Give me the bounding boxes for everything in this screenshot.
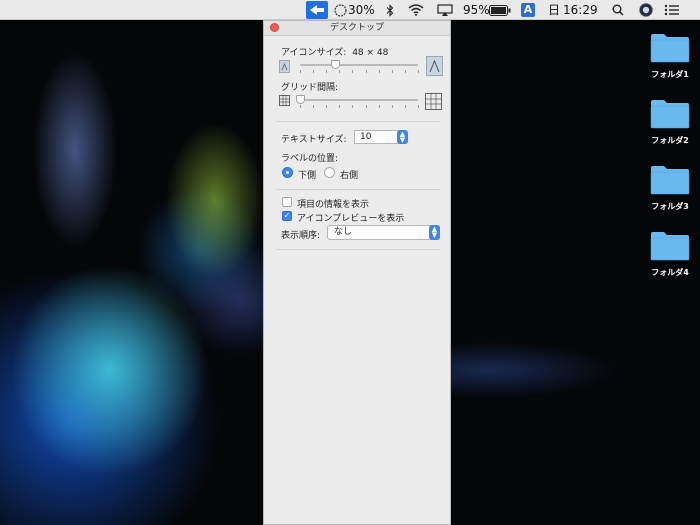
grid-spacing-slider[interactable] xyxy=(300,99,418,101)
icon-size-slider[interactable] xyxy=(300,64,418,66)
notification-center-icon[interactable] xyxy=(664,0,680,20)
icon-size-label: アイコンサイズ: 48 × 48 xyxy=(281,45,388,58)
slider-tick xyxy=(339,70,341,73)
input-source-indicator[interactable]: A xyxy=(521,3,535,17)
label-position-bottom-text: 下側 xyxy=(298,171,317,181)
small-grid-icon xyxy=(279,95,290,109)
slider-tick xyxy=(326,105,328,108)
divider xyxy=(276,249,440,250)
slider-tick xyxy=(352,70,354,73)
slider-tick xyxy=(326,70,328,73)
folder-icon xyxy=(650,100,690,129)
battery-icon[interactable] xyxy=(489,0,511,20)
divider xyxy=(276,189,440,190)
slider-tick xyxy=(404,105,406,108)
text-size-label: テキストサイズ: xyxy=(281,135,347,145)
text-size-field[interactable]: 10 xyxy=(354,130,400,144)
slider-tick xyxy=(391,105,393,108)
show-item-info-label: 項目の情報を表示 xyxy=(297,200,370,210)
folder-label: フォルダ1 xyxy=(651,70,689,79)
slider-tick xyxy=(418,70,419,73)
desktop-view-options-panel: デスクトップ アイコンサイズ: 48 × 48 グリッド間隔: テキストサイズ:… xyxy=(263,20,451,525)
slider-tick xyxy=(300,105,301,108)
slider-tick xyxy=(404,70,406,73)
bluetooth-icon[interactable] xyxy=(386,0,394,20)
slider-tick xyxy=(418,105,419,108)
folder-icon xyxy=(650,166,690,195)
text-size-stepper[interactable]: ▲ ▼ xyxy=(397,130,408,144)
slider-tick xyxy=(391,70,393,73)
show-icon-preview-checkbox[interactable]: ✓ xyxy=(282,211,292,221)
user-avatar-icon[interactable] xyxy=(639,0,653,20)
small-icon-preview-icon xyxy=(279,60,290,73)
slider-tick xyxy=(313,105,315,108)
grid-spacing-slider-thumb[interactable] xyxy=(296,95,305,104)
folder-label: フォルダ3 xyxy=(651,202,689,211)
spotlight-search-icon[interactable] xyxy=(612,0,624,20)
divider xyxy=(276,121,440,122)
large-icon-preview-icon xyxy=(426,56,443,76)
slider-tick xyxy=(365,70,367,73)
airplay-icon[interactable] xyxy=(437,0,453,20)
label-position-right-text: 右側 xyxy=(340,171,359,181)
show-item-info-checkbox[interactable] xyxy=(282,197,292,207)
icon-size-slider-thumb[interactable] xyxy=(331,60,341,69)
large-grid-icon xyxy=(425,93,442,113)
show-icon-preview-label: アイコンプレビューを表示 xyxy=(297,214,405,224)
clock-day[interactable]: 日 xyxy=(548,0,560,20)
sort-by-select[interactable]: なし xyxy=(327,225,440,240)
sort-by-dropdown-arrow-icon[interactable]: ▲ ▼ xyxy=(429,225,440,240)
battery-clock-icon[interactable] xyxy=(334,0,347,20)
label-position-bottom-radio[interactable] xyxy=(282,167,293,178)
panel-title: デスクトップ xyxy=(329,23,384,33)
menu-bar: 30% 95% A 日 16:29 xyxy=(0,0,700,20)
battery-percent-2[interactable]: 95% xyxy=(463,0,490,20)
close-button[interactable] xyxy=(270,23,279,32)
icon-size-label-text: アイコンサイズ: xyxy=(281,48,347,58)
folder-icon xyxy=(650,232,690,261)
folder-label: フォルダ2 xyxy=(651,136,689,145)
slider-tick xyxy=(339,105,341,108)
arrow-icon[interactable] xyxy=(306,1,328,19)
slider-tick xyxy=(352,105,354,108)
panel-titlebar[interactable]: デスクトップ xyxy=(264,21,450,36)
label-position-label: ラベルの位置: xyxy=(281,154,339,164)
slider-tick xyxy=(300,70,301,73)
slider-tick xyxy=(313,70,315,73)
folder-label: フォルダ4 xyxy=(651,268,689,277)
slider-tick xyxy=(378,105,380,108)
wifi-icon[interactable] xyxy=(408,0,424,20)
grid-spacing-label: グリッド間隔: xyxy=(281,83,339,93)
icon-size-value: 48 × 48 xyxy=(352,48,389,58)
slider-tick xyxy=(365,105,367,108)
sort-by-label: 表示順序: xyxy=(281,231,321,241)
battery-percent-1[interactable]: 30% xyxy=(348,0,375,20)
label-position-right-radio[interactable] xyxy=(324,167,335,178)
slider-tick xyxy=(378,70,380,73)
folder-icon xyxy=(650,34,690,63)
clock-time[interactable]: 16:29 xyxy=(563,0,598,20)
